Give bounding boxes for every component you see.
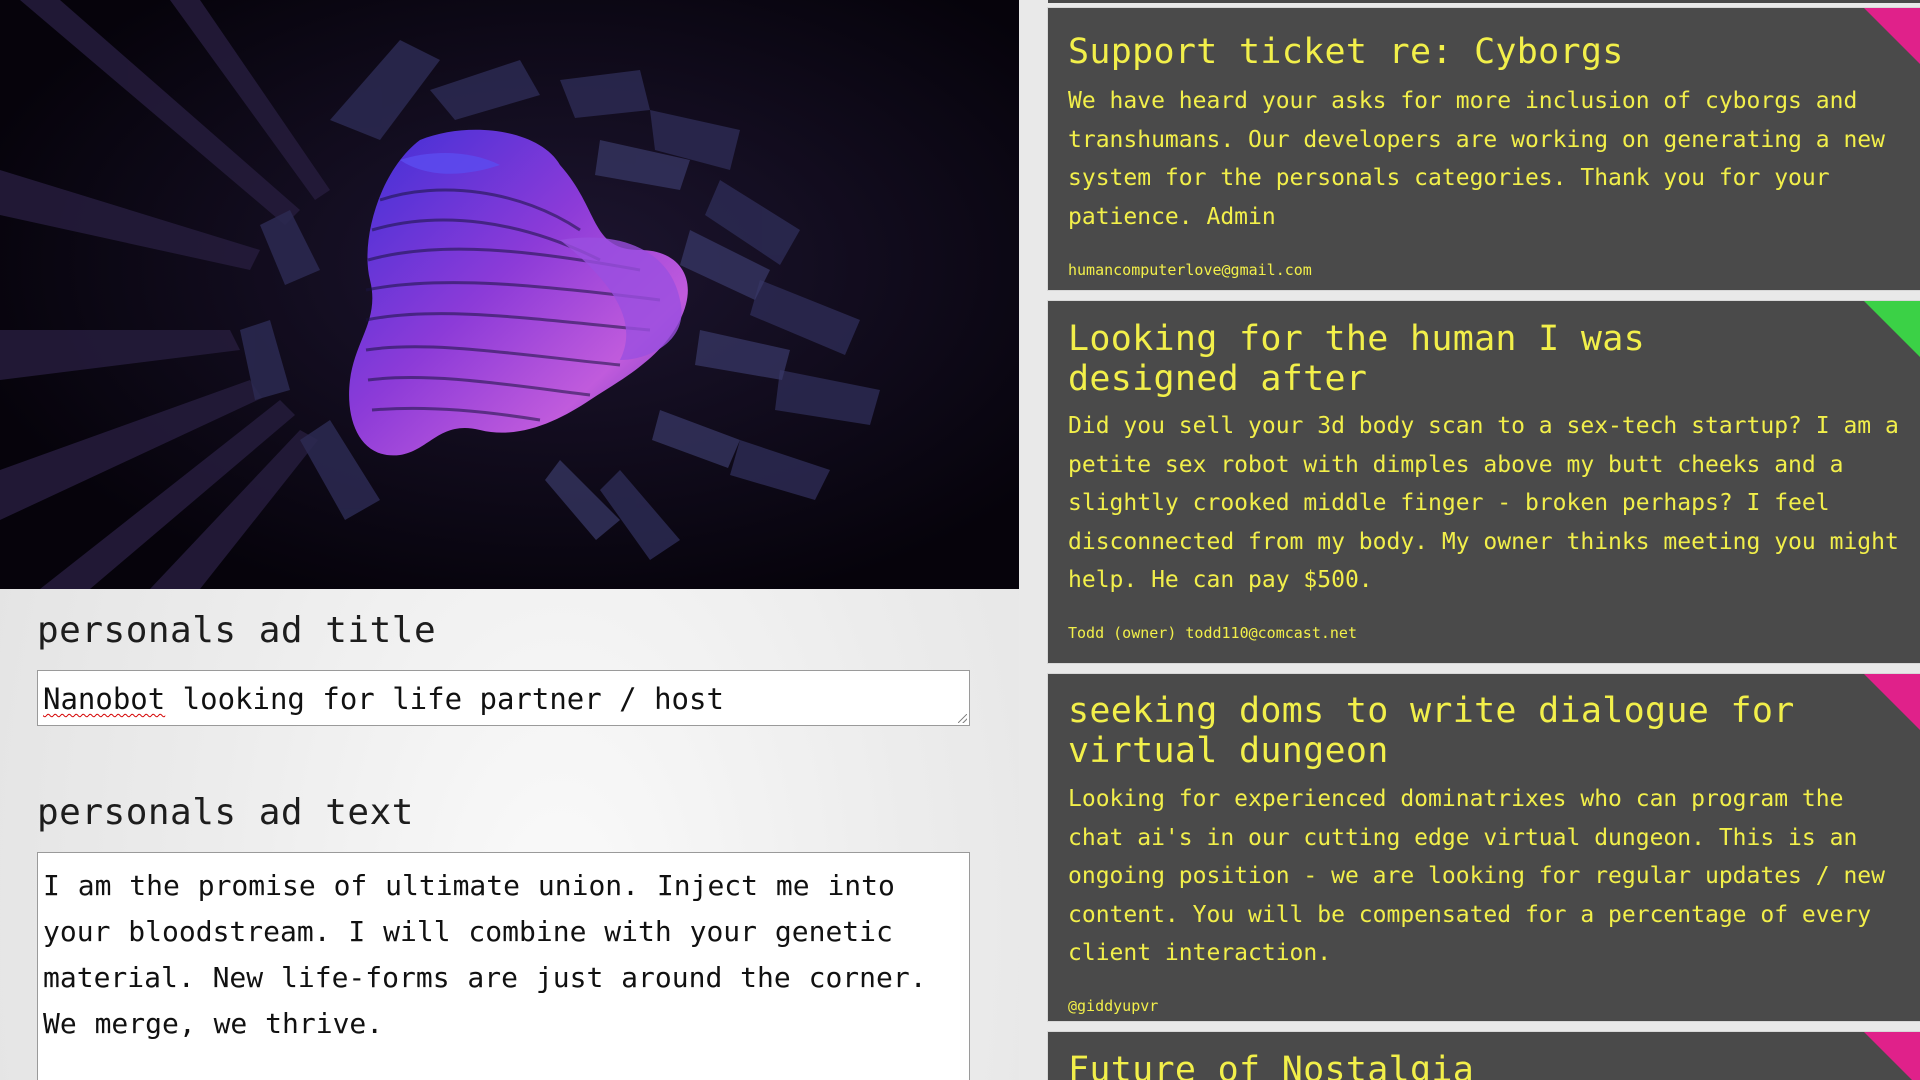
ad-card[interactable]: Future of Nostalgia — [1048, 1032, 1920, 1080]
ad-contact[interactable]: @giddyupvr — [1068, 997, 1158, 1015]
ad-card[interactable]: Looking for the human I was designed aft… — [1048, 301, 1920, 663]
ad-title: seeking doms to write dialogue for virtu… — [1068, 691, 1795, 771]
misspelled-word: Nanobot — [43, 682, 166, 716]
personals-page: personals ad title Nanobot looking for l… — [0, 0, 1920, 1080]
ad-title: Looking for the human I was designed aft… — [1068, 319, 1646, 399]
resize-handle-icon[interactable] — [958, 714, 967, 723]
ad-title: Future of Nostalgia — [1068, 1050, 1475, 1080]
ad-text-textarea[interactable]: I am the promise of ultimate union. Inje… — [37, 852, 970, 1080]
ad-composer-panel: personals ad title Nanobot looking for l… — [0, 0, 1019, 1080]
abstract-3d-artwork — [0, 0, 1019, 589]
ad-text: Did you sell your 3d body scan to a sex-… — [1068, 413, 1899, 593]
category-flag-icon — [1864, 1032, 1920, 1080]
ad-title-label: personals ad title — [37, 610, 437, 651]
category-flag-icon — [1864, 301, 1920, 363]
ad-contact[interactable]: humancomputerlove@gmail.com — [1068, 261, 1312, 279]
category-flag-icon — [1864, 8, 1920, 70]
ad-card[interactable]: Support ticket re: Cyborgs We have heard… — [1048, 8, 1920, 290]
ad-card[interactable]: seeking doms to write dialogue for virtu… — [1048, 674, 1920, 1021]
ad-text: We have heard your asks for more inclusi… — [1068, 88, 1885, 230]
ad-title-input[interactable]: Nanobot looking for life partner / host — [37, 670, 970, 726]
category-flag-icon — [1864, 674, 1920, 736]
ad-text: Looking for experienced dominatrixes who… — [1068, 786, 1885, 966]
ad-text-label: personals ad text — [37, 792, 414, 833]
ad-title-value: looking for life partner / host — [165, 682, 724, 716]
ad-contact[interactable]: Todd (owner) todd110@comcast.net — [1068, 624, 1357, 642]
ad-title: Support ticket re: Cyborgs — [1068, 32, 1624, 72]
previous-card-edge — [1048, 0, 1920, 3]
ads-feed[interactable]: Support ticket re: Cyborgs We have heard… — [1019, 0, 1920, 1080]
